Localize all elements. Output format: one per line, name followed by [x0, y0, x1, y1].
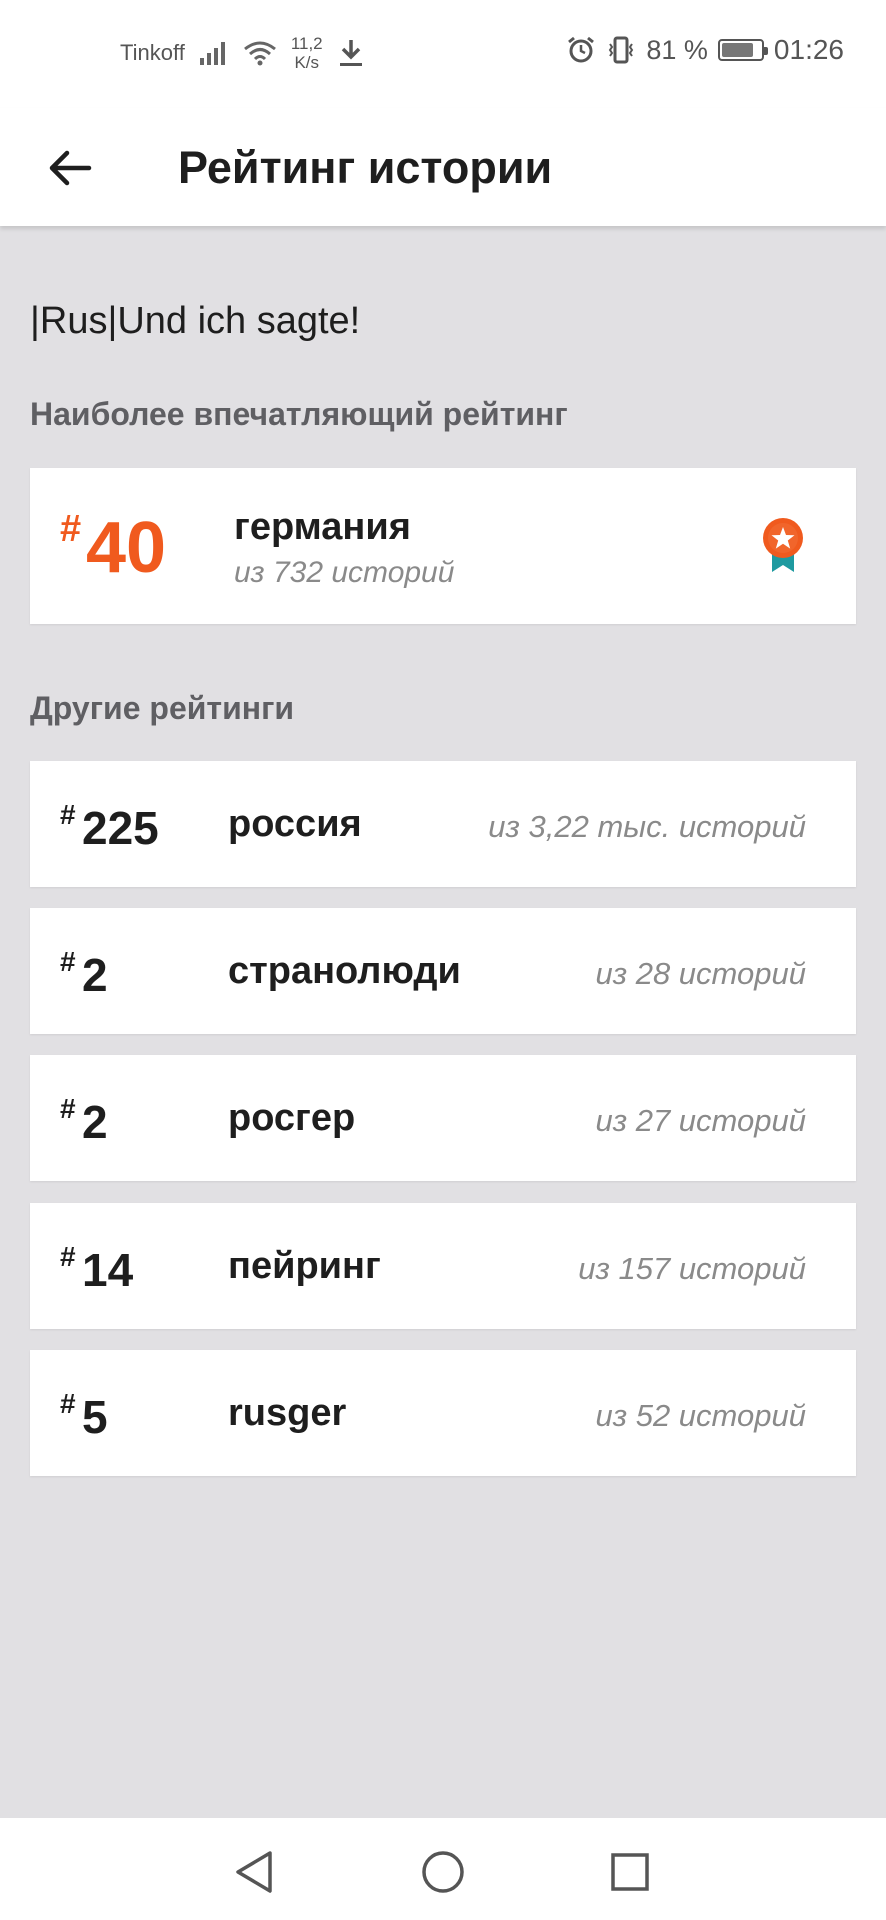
ranking-tag: пейринг: [228, 1245, 381, 1287]
signal-icon: [199, 42, 225, 65]
network-speed-value: 11,2: [290, 34, 323, 53]
ranking-row[interactable]: # 2 странолюди из 28 историй: [30, 908, 856, 1034]
clock-time: 01:26: [773, 34, 844, 65]
other-section-label: Другие рейтинги: [30, 690, 295, 726]
battery-icon: [717, 39, 768, 61]
triangle-back-icon: [236, 1851, 272, 1893]
status-bar: Tinkoff 11,2 K/s 81 % 01:26: [0, 0, 886, 108]
rank-hash: #: [60, 508, 82, 550]
status-right: 81 % 01:26: [566, 34, 844, 66]
ranking-row[interactable]: # 14 пейринг из 157 историй: [30, 1203, 856, 1329]
rank-hash: #: [60, 1241, 76, 1272]
app-bar: Рейтинг истории: [0, 108, 886, 226]
rank-hash: #: [60, 799, 76, 830]
ranking-tag: россия: [228, 803, 362, 845]
arrow-left-icon: [49, 150, 92, 186]
rank-number: 14: [82, 1244, 134, 1296]
square-recent-icon: [611, 1853, 649, 1891]
alarm-icon: [568, 36, 595, 63]
back-button[interactable]: [40, 138, 100, 198]
ranking-row[interactable]: # 225 россия из 3,22 тыс. историй: [30, 761, 856, 887]
status-left: Tinkoff 11,2 K/s: [120, 34, 365, 72]
ranking-out-of: из 27 историй: [595, 1103, 806, 1138]
ranking-tag: германия: [234, 506, 411, 548]
nav-recent-button[interactable]: [600, 1842, 660, 1902]
rank-number: 225: [82, 802, 159, 854]
battery-percent: 81 %: [646, 34, 708, 65]
ranking-row[interactable]: # 5 rusger из 52 историй: [30, 1350, 856, 1476]
nav-home-button[interactable]: [413, 1842, 473, 1902]
rank-hash: #: [60, 1093, 76, 1124]
nav-back-button[interactable]: [224, 1842, 284, 1902]
download-icon: [339, 40, 362, 66]
rank-hash: #: [60, 946, 76, 977]
story-title: |Rus|Und ich sagte!: [30, 300, 361, 342]
ranking-tag: странолюди: [228, 950, 461, 992]
ranking-tag: росгер: [228, 1097, 356, 1139]
ranking-tag: rusger: [228, 1392, 347, 1434]
rank-number: 2: [82, 949, 108, 1001]
ranking-row[interactable]: # 2 росгер из 27 историй: [30, 1055, 856, 1181]
page-title: Рейтинг истории: [178, 142, 553, 193]
ranking-out-of: из 732 историй: [234, 556, 455, 589]
rank-number: 5: [82, 1391, 108, 1443]
award-ribbon-icon: [763, 518, 803, 572]
system-nav-bar: [0, 1818, 886, 1920]
circle-home-icon: [422, 1851, 464, 1893]
vibrate-icon: [609, 36, 634, 64]
ranking-out-of: из 52 историй: [595, 1398, 806, 1433]
rank-hash: #: [60, 1388, 76, 1419]
ranking-out-of: из 157 историй: [578, 1251, 806, 1286]
ranking-out-of: из 28 историй: [595, 956, 806, 991]
network-speed: 11,2 K/s: [291, 34, 323, 72]
rank-number: 2: [82, 1096, 108, 1148]
carrier-name: Tinkoff: [120, 40, 185, 65]
featured-section-label: Наиболее впечатляющий рейтинг: [30, 396, 568, 432]
network-speed-unit: K/s: [294, 53, 319, 72]
rank-number: 40: [86, 508, 167, 588]
featured-ranking-card[interactable]: # 40 германия из 732 историй: [30, 468, 856, 624]
ranking-out-of: из 3,22 тыс. историй: [488, 809, 806, 844]
wifi-icon: [243, 41, 276, 66]
